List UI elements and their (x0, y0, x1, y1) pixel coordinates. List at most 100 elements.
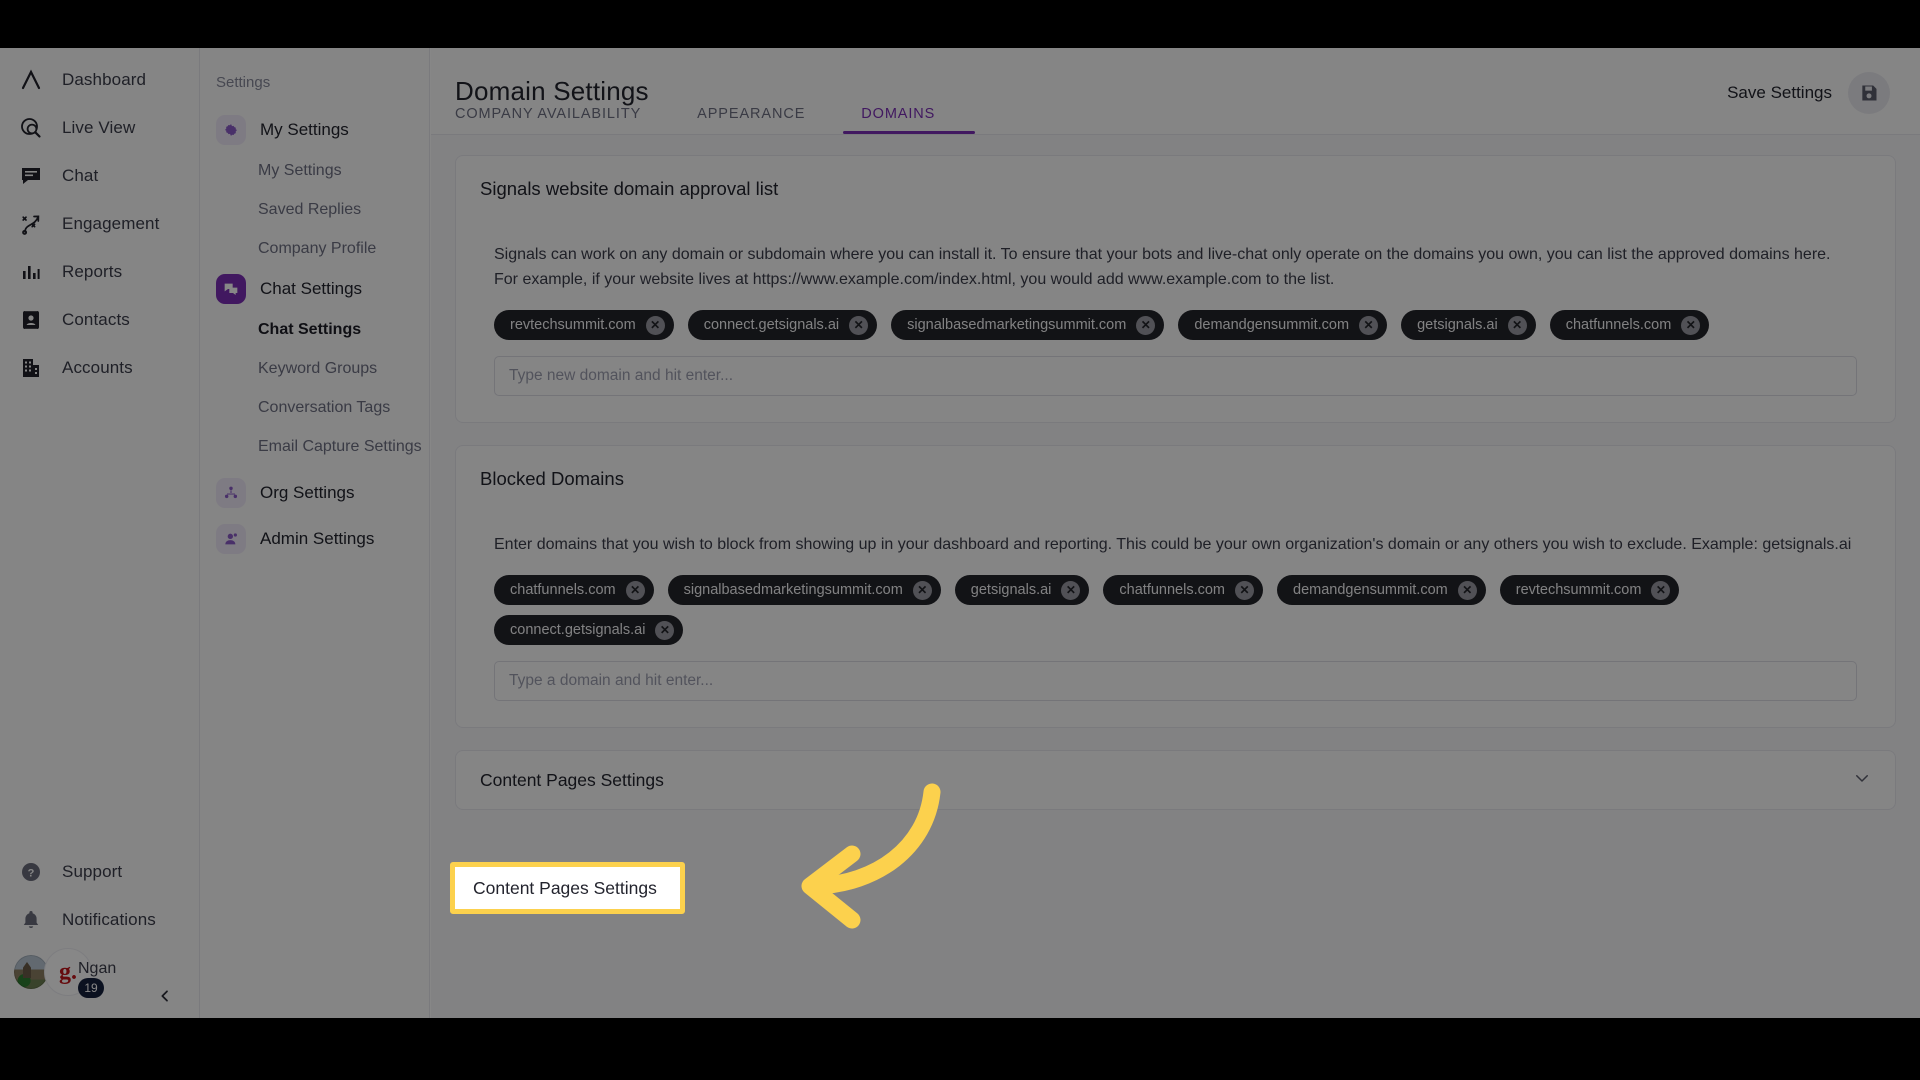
sidebar-label: Reports (62, 262, 123, 281)
domain-chip-label: signalbasedmarketingsummit.com (907, 317, 1127, 333)
settings-item-chat-settings[interactable]: Chat Settings (200, 310, 429, 349)
settings-group-label: Admin Settings (260, 529, 375, 548)
settings-sidebar: Settings My Settings My Settings Saved R… (200, 48, 430, 1018)
close-icon[interactable]: ✕ (1359, 315, 1379, 335)
svg-text:?: ? (28, 868, 35, 880)
close-icon[interactable]: ✕ (1651, 580, 1671, 600)
domain-chip-label: signalbasedmarketingsummit.com (683, 582, 903, 598)
close-icon[interactable]: ✕ (645, 315, 665, 335)
building-icon (18, 355, 44, 381)
domain-chip-label: demandgensummit.com (1293, 582, 1448, 598)
sidebar-item-reports[interactable]: Reports (0, 248, 199, 296)
card-description: Signals can work on any domain or subdom… (494, 246, 1831, 288)
close-icon[interactable]: ✕ (1681, 315, 1701, 335)
save-settings-button[interactable]: Save Settings (1727, 72, 1890, 114)
domain-chip: signalbasedmarketingsummit.com ✕ (667, 575, 941, 605)
sidebar-label: Engagement (62, 214, 160, 233)
avatar (14, 955, 48, 989)
primary-sidebar: Dashboard Live View Chat Engagement Repo… (0, 48, 200, 1018)
blocked-domains-card: Blocked Domains Enter domains that you w… (455, 445, 1896, 728)
settings-item-email-capture-settings[interactable]: Email Capture Settings (200, 427, 429, 466)
settings-item-company-profile[interactable]: Company Profile (200, 229, 429, 268)
content-pages-settings-label: Content Pages Settings (480, 769, 664, 790)
domain-chip: getsignals.ai ✕ (954, 575, 1090, 605)
close-icon[interactable]: ✕ (1457, 580, 1477, 600)
sidebar-label: Chat (62, 166, 99, 185)
settings-group-chat-settings[interactable]: Chat Settings (200, 268, 429, 310)
bar-chart-icon (18, 259, 44, 285)
save-settings-label: Save Settings (1727, 83, 1832, 102)
chevron-down-icon[interactable] (1853, 769, 1871, 791)
settings-item-keyword-groups[interactable]: Keyword Groups (200, 349, 429, 388)
tab-company-availability[interactable]: COMPANY AVAILABILITY (455, 106, 663, 134)
blocked-domain-input[interactable] (494, 661, 1857, 701)
admin-user-icon (216, 524, 246, 554)
domain-chip-label: connect.getsignals.ai (703, 317, 840, 333)
app-root: Dashboard Live View Chat Engagement Repo… (0, 0, 1920, 1080)
sidebar-label: Live View (62, 118, 136, 137)
contacts-card-icon (18, 307, 44, 333)
sidebar-item-chat[interactable]: Chat (0, 152, 199, 200)
approved-domain-chip-list: revtechsummit.com ✕ connect.getsignals.ai… (494, 310, 1857, 340)
settings-group-my-settings[interactable]: My Settings (200, 109, 429, 151)
close-icon[interactable]: ✕ (1136, 315, 1156, 335)
domain-chip: getsignals.ai ✕ (1401, 310, 1536, 340)
domain-chip: signalbasedmarketingsummit.com ✕ (891, 310, 1165, 340)
domain-chip-label: connect.getsignals.ai (510, 622, 646, 638)
tab-bar: COMPANY AVAILABILITY APPEARANCE DOMAINS (455, 106, 991, 134)
domain-chip-label: getsignals.ai (970, 582, 1052, 598)
sidebar-label: Accounts (62, 358, 133, 377)
content-pages-settings-row[interactable]: Content Pages Settings (455, 750, 1896, 810)
letterbox-top (0, 0, 1920, 48)
chat-bubble-icon (18, 163, 44, 189)
sidebar-item-accounts[interactable]: Accounts (0, 344, 199, 392)
live-view-icon (18, 115, 44, 141)
tab-appearance[interactable]: APPEARANCE (697, 106, 827, 134)
sidebar-label: Support (62, 862, 123, 881)
domain-chip-label: demandgensummit.com (1194, 317, 1350, 333)
domain-chip: chatfunnels.com ✕ (1103, 575, 1263, 605)
close-icon[interactable]: ✕ (849, 315, 869, 335)
settings-item-my-settings[interactable]: My Settings (200, 151, 429, 190)
engagement-icon (18, 211, 44, 237)
sidebar-label: Dashboard (62, 70, 147, 89)
domain-chip-label: chatfunnels.com (1119, 582, 1225, 598)
close-icon[interactable]: ✕ (912, 580, 932, 600)
settings-group-admin-settings[interactable]: Admin Settings (200, 518, 429, 560)
main-content: Domain Settings COMPANY AVAILABILITY APP… (431, 48, 1920, 1018)
settings-group-label: Chat Settings (260, 279, 363, 298)
settings-group-org-settings[interactable]: Org Settings (200, 472, 429, 514)
sidebar-item-dashboard[interactable]: Dashboard (0, 56, 199, 104)
user-name: Ngan (78, 960, 117, 977)
gear-icon (216, 115, 246, 145)
blocked-domain-chip-list: chatfunnels.com ✕ signalbasedmarketingsum… (494, 575, 1857, 645)
chevron-left-icon[interactable] (153, 984, 177, 1008)
domain-chip: revtechsummit.com ✕ (494, 310, 674, 340)
settings-section-title: Settings (216, 74, 271, 91)
settings-item-saved-replies[interactable]: Saved Replies (200, 190, 429, 229)
sidebar-item-notifications[interactable]: Notifications (0, 896, 199, 944)
close-icon[interactable]: ✕ (1061, 580, 1081, 600)
settings-group-label: Org Settings (260, 483, 355, 502)
card-description: Enter domains that you wish to block fro… (494, 536, 1852, 553)
card-title: Blocked Domains (480, 468, 624, 489)
domain-chip: connect.getsignals.ai ✕ (687, 310, 878, 340)
sidebar-item-live-view[interactable]: Live View (0, 104, 199, 152)
settings-item-conversation-tags[interactable]: Conversation Tags (200, 388, 429, 427)
sidebar-item-engagement[interactable]: Engagement (0, 200, 199, 248)
close-icon[interactable]: ✕ (625, 580, 645, 600)
sidebar-item-contacts[interactable]: Contacts (0, 296, 199, 344)
bell-icon (18, 907, 44, 933)
notification-count-badge: 19 (78, 978, 104, 998)
letterbox-bottom (0, 1018, 1920, 1080)
org-users-icon (216, 478, 246, 508)
page-header: Domain Settings COMPANY AVAILABILITY APP… (431, 48, 1920, 135)
close-icon[interactable]: ✕ (1235, 580, 1254, 600)
tab-domains[interactable]: DOMAINS (843, 106, 976, 134)
close-icon[interactable]: ✕ (655, 620, 675, 640)
domain-chip-label: getsignals.ai (1417, 317, 1498, 333)
sidebar-item-support[interactable]: ? Support (0, 848, 199, 896)
new-domain-input[interactable] (494, 356, 1857, 396)
settings-group-label: My Settings (260, 120, 349, 139)
close-icon[interactable]: ✕ (1507, 315, 1527, 335)
